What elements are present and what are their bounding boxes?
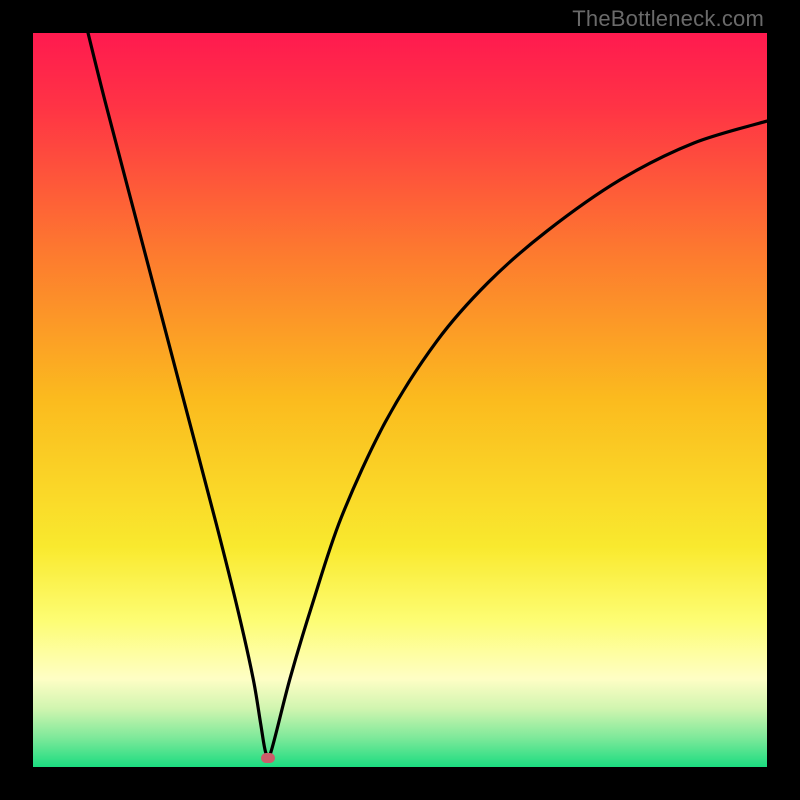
chart-frame: TheBottleneck.com <box>0 0 800 800</box>
watermark-label: TheBottleneck.com <box>572 6 764 32</box>
gradient-background <box>33 33 767 767</box>
minimum-marker <box>261 753 275 763</box>
plot-area <box>33 33 767 767</box>
